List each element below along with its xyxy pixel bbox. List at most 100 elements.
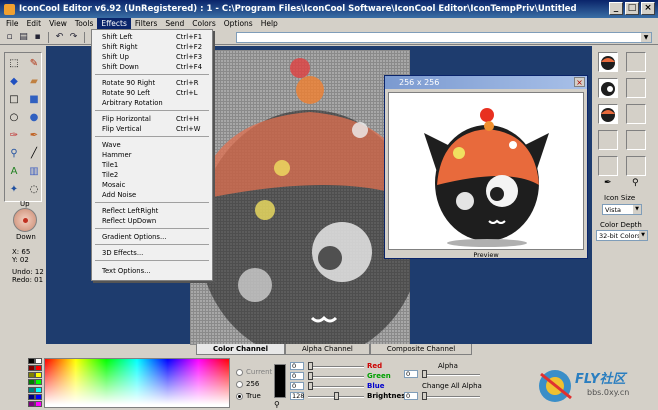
red-slider-thumb[interactable] — [308, 362, 313, 370]
red-value[interactable]: 0 — [290, 362, 304, 370]
change-all-alpha-value[interactable]: 0 — [404, 392, 418, 400]
menu-file[interactable]: File — [2, 18, 23, 30]
color-swatch[interactable] — [28, 386, 35, 393]
brightness-slider-thumb[interactable] — [334, 392, 339, 400]
path-combo[interactable]: ▼ — [236, 32, 652, 43]
icon-slot[interactable] — [626, 52, 646, 72]
menu-item-mosaic[interactable]: Mosaic — [92, 180, 212, 190]
lasso-icon[interactable]: ◌ — [27, 183, 41, 197]
icon-slot[interactable] — [598, 52, 618, 72]
color-swatch[interactable] — [35, 393, 42, 400]
change-all-alpha-slider[interactable] — [422, 396, 480, 398]
red-slider[interactable] — [308, 366, 364, 368]
color-swatch[interactable] — [28, 379, 35, 386]
brush-icon[interactable]: ✒ — [27, 129, 41, 143]
tab-alpha-channel[interactable]: Alpha Channel — [285, 344, 370, 355]
ellipse-icon[interactable]: ○ — [7, 111, 21, 125]
blue-slider[interactable] — [308, 386, 364, 388]
redo-icon[interactable]: ↷ — [68, 32, 79, 43]
menu-item-hammer[interactable]: Hammer — [92, 150, 212, 160]
menu-item-tile2[interactable]: Tile2 — [92, 170, 212, 180]
icon-slot[interactable] — [626, 130, 646, 150]
maximize-button[interactable]: □ — [625, 2, 639, 15]
menu-item-shift-right[interactable]: Shift Right Ctrl+F2 — [92, 42, 212, 52]
icon-slot[interactable] — [626, 156, 646, 176]
save-icon[interactable]: ▪ — [32, 32, 43, 43]
menu-edit[interactable]: Edit — [23, 18, 46, 30]
chevron-down-icon[interactable]: ▼ — [641, 33, 651, 42]
brightness-value[interactable]: 128 — [290, 392, 304, 400]
icon-size-select[interactable]: Vista ▼ — [602, 204, 642, 215]
color-swatch[interactable] — [28, 393, 35, 400]
icon-slot[interactable] — [626, 78, 646, 98]
menu-item-wave[interactable]: Wave — [92, 140, 212, 150]
menu-item-shift-left[interactable]: Shift Left Ctrl+F1 — [92, 32, 212, 42]
close-icon[interactable]: × — [574, 77, 585, 87]
menu-item-rotate-left[interactable]: Rotate 90 Left Ctrl+L — [92, 88, 212, 98]
pixel-canvas[interactable] — [190, 50, 410, 345]
filled-rectangle-icon[interactable]: ■ — [27, 93, 41, 107]
menu-item-3d-effects[interactable]: 3D Effects... — [92, 248, 212, 258]
icon-slot[interactable] — [598, 104, 618, 124]
select-rect-icon[interactable]: ⬚ — [7, 57, 21, 71]
open-folder-icon[interactable]: ▤ — [18, 32, 29, 43]
menu-item-add-noise[interactable]: Add Noise — [92, 190, 212, 200]
filled-ellipse-icon[interactable]: ● — [27, 111, 41, 125]
tab-composite-channel[interactable]: Composite Channel — [369, 344, 473, 355]
menu-item-flip-horizontal[interactable]: Flip Horizontal Ctrl+H — [92, 114, 212, 124]
airbrush-icon[interactable]: ✑ — [7, 129, 21, 143]
eyedropper-icon[interactable]: ⚲ — [274, 400, 280, 409]
eyedropper-icon[interactable]: ⚲ — [7, 147, 21, 161]
color-swatch[interactable] — [35, 372, 42, 379]
color-swatch[interactable] — [28, 372, 35, 379]
menu-options[interactable]: Options — [220, 18, 257, 30]
menu-item-reflect-updown[interactable]: Reflect UpDown — [92, 216, 212, 226]
radio-256[interactable] — [236, 380, 243, 388]
menu-item-flip-vertical[interactable]: Flip Vertical Ctrl+W — [92, 124, 212, 134]
blue-slider-thumb[interactable] — [308, 382, 313, 390]
menu-view[interactable]: View — [45, 18, 71, 30]
green-slider-thumb[interactable] — [308, 372, 313, 380]
tab-color-channel[interactable]: Color Channel — [196, 344, 286, 355]
pencil-icon[interactable]: ✎ — [27, 57, 41, 71]
menu-item-text-options[interactable]: Text Options... — [92, 266, 212, 276]
mode-256[interactable]: 256 — [236, 380, 259, 388]
text-icon[interactable]: A — [7, 165, 21, 179]
eraser-icon[interactable]: ▰ — [27, 75, 41, 89]
color-spectrum[interactable] — [44, 358, 230, 408]
mode-true[interactable]: True — [236, 392, 261, 400]
color-swatch[interactable] — [35, 386, 42, 393]
color-swatch[interactable] — [35, 400, 42, 407]
chevron-down-icon[interactable]: ▼ — [639, 231, 647, 240]
color-swatch[interactable] — [35, 358, 42, 364]
icon-slot[interactable] — [598, 78, 618, 98]
menu-item-shift-down[interactable]: Shift Down Ctrl+F4 — [92, 62, 212, 72]
mode-current[interactable]: Current — [236, 368, 272, 376]
magnifier-icon[interactable]: ⚲ — [632, 178, 639, 188]
new-file-icon[interactable]: ▫ — [4, 32, 15, 43]
gradient-icon[interactable]: ▥ — [27, 165, 41, 179]
icon-slot[interactable] — [598, 156, 618, 176]
preview-titlebar[interactable]: 256 x 256 × — [385, 76, 587, 89]
color-depth-select[interactable]: 32-bit Colors ▼ — [596, 230, 648, 241]
preview-window[interactable]: 256 x 256 × Preview — [384, 75, 588, 259]
line-icon[interactable]: ╱ — [27, 147, 41, 161]
green-slider[interactable] — [308, 376, 364, 378]
change-all-alpha-slider-thumb[interactable] — [422, 392, 427, 400]
blue-value[interactable]: 0 — [290, 382, 304, 390]
menu-item-shift-up[interactable]: Shift Up Ctrl+F3 — [92, 52, 212, 62]
rectangle-icon[interactable]: □ — [7, 93, 21, 107]
color-swatch[interactable] — [35, 365, 42, 372]
color-swatch[interactable] — [28, 358, 35, 364]
alpha-value[interactable]: 0 — [404, 370, 418, 378]
nudge-dpad[interactable] — [13, 208, 37, 232]
brush-icon[interactable]: ✒ — [604, 178, 612, 188]
undo-icon[interactable]: ↶ — [54, 32, 65, 43]
color-swatch[interactable] — [28, 400, 35, 407]
fill-bucket-icon[interactable]: ◆ — [7, 75, 21, 89]
close-button[interactable]: × — [641, 2, 655, 15]
magic-wand-icon[interactable]: ✦ — [7, 183, 21, 197]
icon-slot[interactable] — [598, 130, 618, 150]
alpha-slider-thumb[interactable] — [422, 370, 427, 378]
chevron-down-icon[interactable]: ▼ — [633, 205, 641, 214]
